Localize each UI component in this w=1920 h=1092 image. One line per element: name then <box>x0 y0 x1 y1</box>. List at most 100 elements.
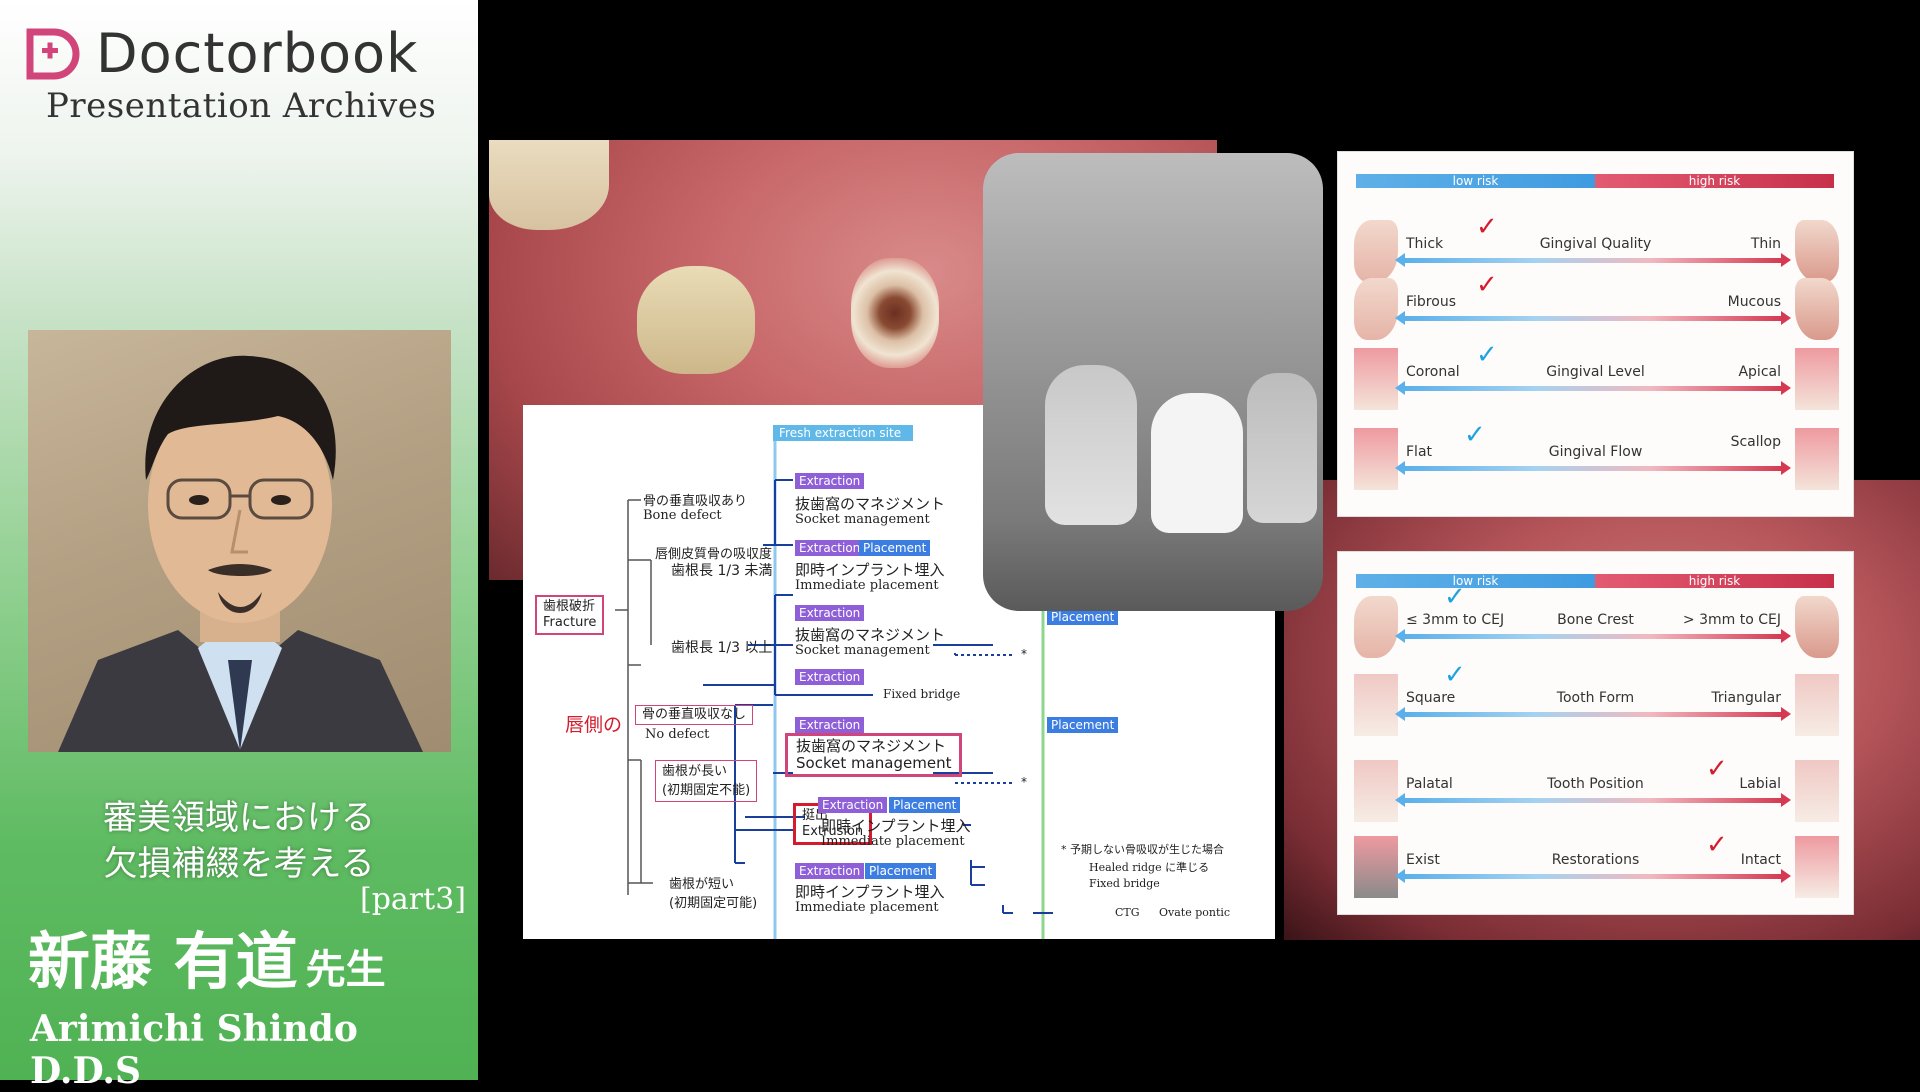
socket-mgmt-en-3: Socket management <box>796 754 952 772</box>
risk-gradient-arrow <box>1395 311 1791 325</box>
root-short: 歯根が短い <box>669 877 735 892</box>
check-mark-icon: ✓ <box>1706 754 1728 784</box>
fixation-possible: (初期固定可能) <box>669 896 758 911</box>
risk-gradient-arrow <box>1395 381 1791 395</box>
check-mark-icon: ✓ <box>1706 830 1728 860</box>
root-node-box: 歯根破折 Fracture <box>535 595 605 635</box>
bone-defect-en: Bone defect <box>643 508 722 523</box>
risk-row: Fibrous Mucous ✓ <box>1338 272 1853 348</box>
risk-gradient-arrow <box>1395 869 1791 883</box>
unexpected-note: * 予期しない骨吸収が生じた場合 <box>1061 843 1224 856</box>
part-label: [part3] <box>360 882 466 917</box>
risk-chart-bone-tooth: low risk high risk ≤ 3mm to CEJ Bone Cre… <box>1337 551 1854 915</box>
risk-gradient-arrow <box>1395 461 1791 475</box>
brand-subtitle: Presentation Archives <box>46 86 437 126</box>
row-right-label: Thin <box>1750 236 1781 252</box>
row-right-label: Intact <box>1740 852 1781 868</box>
immediate-en-3: Immediate placement <box>795 900 939 915</box>
fixed-bridge-1: Fixed bridge <box>883 687 961 701</box>
check-mark-icon: ✓ <box>1444 660 1466 690</box>
row-right-label: Labial <box>1739 776 1781 792</box>
high-risk-label: high risk <box>1595 574 1834 588</box>
row-right-label: > 3mm to CEJ <box>1682 612 1781 628</box>
no-defect-jp: 骨の垂直吸収なし <box>642 707 747 722</box>
row-right-label: Scallop <box>1730 434 1781 450</box>
ovate-pontic: Ovate pontic <box>1159 906 1231 919</box>
speaker-name-jp: 新藤 有道 先生 <box>28 926 386 1006</box>
tag-placement-6: Placement <box>889 797 961 813</box>
mucous-gingiva-illustration <box>1795 278 1839 340</box>
slide-stage: Fresh extraction site 歯根破折 Fracture 骨の垂直… <box>478 0 1920 1080</box>
low-risk-label: low risk <box>1356 174 1595 188</box>
immediate-jp-1: 即時インプラント埋入 <box>795 561 945 579</box>
root-length-lt: 歯根長 1/3 未満 <box>671 563 773 579</box>
row-left-label: Fibrous <box>1406 294 1456 310</box>
risk-row: Thick Gingival Quality Thin ✓ <box>1338 214 1853 290</box>
low-risk-label: low risk <box>1356 574 1595 588</box>
risk-bar: low risk high risk <box>1356 174 1834 188</box>
xray-tooth-left <box>1045 365 1137 525</box>
check-mark-icon: ✓ <box>1476 270 1498 300</box>
immediate-jp-3: 即時インプラント埋入 <box>795 883 945 901</box>
check-mark-icon: ✓ <box>1476 340 1498 370</box>
tag-placement-2: Placement <box>859 540 931 556</box>
tag-extraction-7: Extraction <box>795 863 865 879</box>
speaker-portrait-illustration <box>58 355 423 752</box>
xray-tooth-right <box>1247 373 1317 523</box>
risk-gradient-arrow <box>1395 707 1791 721</box>
risk-row: Square Tooth Form Triangular ✓ <box>1338 662 1853 744</box>
check-mark-icon: ✓ <box>1464 420 1486 450</box>
brand-logo: Doctorbook <box>24 26 418 82</box>
risk-gradient-arrow <box>1395 253 1791 267</box>
fractured-tooth-illustration <box>637 266 755 374</box>
speaker-name-en: Arimichi Shindo D.D.S <box>30 1008 358 1092</box>
xray-crown-restoration <box>1151 393 1243 533</box>
tag-extraction-1: Extraction <box>795 473 865 489</box>
risk-row: ≤ 3mm to CEJ Bone Crest > 3mm to CEJ ✓ <box>1338 584 1853 666</box>
risk-gradient-arrow <box>1395 629 1791 643</box>
socket-mgmt-jp-3: 抜歯窩のマネジメント <box>796 737 947 755</box>
tag-placement-5: Placement <box>1047 717 1119 733</box>
talk-title: 審美領域における 欠損補綴を考える <box>0 795 478 887</box>
healed-ridge: Healed ridge に準じる <box>1089 861 1210 874</box>
fixed-bridge-2: Fixed bridge <box>1089 877 1160 890</box>
asterisk-1: * <box>1021 647 1027 661</box>
tag-extraction-3: Extraction <box>795 605 865 621</box>
bone-defect-jp: 骨の垂直吸収あり <box>643 494 748 509</box>
immediate-en-2: Immediate placement <box>821 834 965 849</box>
socket-mgmt-box: 抜歯窩のマネジメント Socket management <box>785 733 963 777</box>
immediate-en-1: Immediate placement <box>795 578 939 593</box>
root-node-en: Fracture <box>543 615 597 630</box>
fixation-impossible: (初期固定不能) <box>662 783 751 798</box>
speaker-photo <box>28 330 451 752</box>
root-socket-illustration <box>851 258 939 368</box>
tag-placement-3: Placement <box>1047 609 1119 625</box>
immediate-jp-2: 即時インプラント埋入 <box>821 817 971 835</box>
socket-mgmt-en-2: Socket management <box>795 643 930 658</box>
root-length-ge: 歯根長 1/3 以上 <box>671 640 773 656</box>
no-defect-en: No defect <box>645 727 710 742</box>
row-right-label: Triangular <box>1711 690 1781 706</box>
dental-xray <box>983 153 1323 611</box>
risk-gradient-arrow <box>1395 793 1791 807</box>
check-mark-icon: ✓ <box>1476 212 1498 242</box>
tag-placement-7: Placement <box>865 863 937 879</box>
labial-side-label: 唇側の <box>565 714 623 736</box>
root-node-jp: 歯根破折 <box>543 599 596 614</box>
risk-row: Exist Restorations Intact ✓ <box>1338 832 1853 906</box>
risk-row: Coronal Gingival Level Apical ✓ <box>1338 342 1853 418</box>
speaker-name-jp-text: 新藤 有道 <box>28 925 298 998</box>
talk-title-line2: 欠損補綴を考える <box>103 844 375 884</box>
brand-name: Doctorbook <box>96 22 419 85</box>
tag-extraction-2: Extraction <box>795 540 865 556</box>
row-right-label: Mucous <box>1727 294 1781 310</box>
row-right-label: Apical <box>1738 364 1781 380</box>
tag-extraction-6: Extraction <box>818 797 888 813</box>
no-defect-box: 骨の垂直吸収なし <box>635 705 754 725</box>
speaker-honorific: 先生 <box>305 946 386 993</box>
sidebar: Doctorbook Presentation Archives 審美領域におけ… <box>0 0 478 1092</box>
asterisk-2: * <box>1021 775 1027 789</box>
risk-chart-gingiva: low risk high risk Thick Gingival Qualit… <box>1337 151 1854 517</box>
tag-extraction-4: Extraction <box>795 669 865 685</box>
tag-extraction-5: Extraction <box>795 717 865 733</box>
